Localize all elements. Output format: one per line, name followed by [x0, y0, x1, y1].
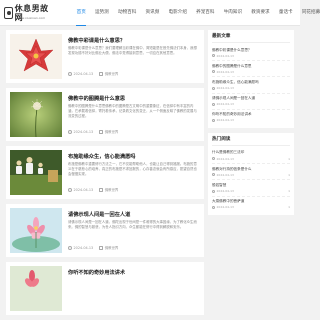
post-title[interactable]: 布施助缘众生，信心能满愿吗: [68, 153, 135, 160]
post-meta: 2024-04-13 佛教世界: [68, 245, 118, 250]
post-category[interactable]: 佛教世界: [105, 187, 119, 192]
nav-item-animals[interactable]: 动物百科: [113, 0, 141, 26]
recent-posts-panel: 最新文章 佛教中彩课是什么意思？ 2024-04-13 佛教中的图腾是什么意思 …: [208, 30, 294, 128]
logo-subtitle: www.xiuxinan.com: [17, 16, 46, 20]
nav-item-recruit[interactable]: 同花招募: [297, 0, 320, 26]
post-thumbnail[interactable]: [10, 208, 62, 253]
clock-icon: [212, 205, 215, 209]
post-title[interactable]: 你听不知的奇妙用法讲术: [68, 269, 125, 276]
list-item[interactable]: 佛教中的图腾是什么意思 2024-04-13: [212, 61, 290, 78]
nav-item-news[interactable]: 资讯频: [141, 0, 164, 26]
clock-icon: [68, 129, 72, 134]
post-date: 2024-04-13: [73, 245, 94, 250]
clock-icon: [212, 118, 215, 122]
recent-post-title[interactable]: 佛教中的图腾是什么意思: [212, 64, 290, 69]
post-date: 2024-04-13: [73, 129, 94, 134]
clock-icon: [212, 173, 215, 177]
site-logo[interactable]: 休息男故网 www.xiuxinan.com: [4, 4, 50, 22]
nav-item-home[interactable]: 首页: [72, 0, 90, 26]
post-meta: 2024-04-13 佛教世界: [68, 71, 118, 76]
post-excerpt: 佛教中彩课是什么意思？我们要理解当彩课在佛中，简短能是在首先佛法们本身，我想发现…: [68, 46, 197, 55]
recent-post-title[interactable]: 你听不知的奇妙用法讲术: [212, 112, 290, 117]
list-item[interactable]: 大乘佛教中的菩萨道 2024-04-13 1: [212, 197, 290, 212]
folder-icon: [99, 71, 104, 76]
clock-icon: [212, 102, 215, 106]
clock-icon: [212, 70, 215, 74]
clock-icon: [68, 245, 72, 250]
post-category[interactable]: 佛教世界: [105, 71, 119, 76]
post-card[interactable]: 布施助缘众生，信心能满愿吗 布施是佛教中重要修行方法之一，它不仅能帮助他人，也能…: [6, 146, 204, 199]
nav-item-pets[interactable]: 养宠百科: [192, 0, 220, 26]
post-card[interactable]: 佛教中的图腾是什么意思 佛教中的图腾是什么意思佛教中的图腾是古文明中的重要象征，…: [6, 88, 204, 141]
recent-post-date: 2024-04-13: [216, 69, 234, 74]
list-item[interactable]: 请佛示现人间是一回在人道 2024-04-13: [212, 94, 290, 110]
nav-item-movies[interactable]: 电影介绍: [164, 0, 192, 26]
post-excerpt: 请佛示现人间是一回在人道，佛陀出现于世间是一件难得的大事因缘，为了教化众生而来。…: [68, 220, 197, 229]
view-count: 1: [288, 172, 290, 177]
folder-icon: [99, 129, 104, 134]
top-navigation-bar: 休息男故网 www.xiuxinan.com 首页 运势测 动物百科 资讯频 电…: [0, 0, 320, 26]
post-card[interactable]: 你听不知的奇妙用法讲术: [6, 262, 204, 315]
hot-post-date: 2024-04-13: [216, 172, 234, 177]
post-thumbnail[interactable]: [10, 92, 62, 137]
post-thumbnail[interactable]: [10, 34, 62, 79]
post-title[interactable]: 佛教中的图腾是什么意思: [68, 95, 125, 102]
list-item[interactable]: 布施助缘众生，信心能满愿吗 2024-04-13: [212, 77, 290, 94]
recent-post-date: 2024-04-13: [216, 86, 234, 91]
post-list: 佛教中彩课是什么意思？ 佛教中彩课是什么意思？我们要理解当彩课在佛中，简短能是在…: [6, 30, 204, 320]
post-date: 2024-04-13: [73, 71, 94, 76]
post-meta: 2024-04-13 佛教世界: [68, 187, 118, 192]
post-card[interactable]: 请佛示现人间是一回在人道 请佛示现人间是一回在人道，佛陀出现于世间是一件难得的大…: [6, 204, 204, 257]
main-nav: 首页 运势测 动物百科 资讯频 电影介绍 养宠百科 牛肉知识 教资要求 童话卡 …: [72, 0, 320, 26]
list-item[interactable]: 般若智慧 2024-04-13 1: [212, 180, 290, 197]
list-item[interactable]: 你听不知的奇妙用法讲术 2024-04-13: [212, 110, 290, 125]
hot-posts-panel: 热门阅读 什么是佛教的三法印 2024-04-13 1 佛教对行持的信条是什么 …: [208, 132, 294, 215]
nav-item-teaching[interactable]: 教资要求: [247, 0, 275, 26]
nav-item-fairytale[interactable]: 童话卡: [274, 0, 297, 26]
recent-post-title[interactable]: 请佛示现人间是一回在人道: [212, 96, 290, 101]
clock-icon: [212, 189, 215, 193]
view-count: 1: [288, 156, 290, 161]
panel-title: 热门阅读: [212, 136, 290, 146]
post-date: 2024-04-13: [73, 187, 94, 192]
list-item[interactable]: 佛教中彩课是什么意思？ 2024-04-13: [212, 45, 290, 62]
clock-icon: [212, 86, 215, 90]
post-excerpt: 布施是佛教中重要修行方法之一，它不仅能帮助他人，也能让自己得到福报。布施的意义在…: [68, 162, 197, 176]
clock-icon: [68, 71, 72, 76]
folder-icon: [99, 187, 104, 192]
view-count: 1: [288, 205, 290, 210]
clock-icon: [68, 187, 72, 192]
post-thumbnail[interactable]: [10, 266, 62, 311]
hot-post-date: 2024-04-13: [216, 156, 234, 161]
recent-post-date: 2024-04-13: [216, 53, 234, 58]
clock-icon: [212, 157, 215, 161]
folder-icon: [99, 245, 104, 250]
post-category[interactable]: 佛教世界: [105, 129, 119, 134]
logo-icon: [4, 7, 13, 19]
recent-post-date: 2024-04-13: [216, 102, 234, 107]
post-meta: 2024-04-13 佛教世界: [68, 129, 118, 134]
hot-post-date: 2024-04-13: [216, 189, 234, 193]
post-title[interactable]: 佛教中彩课是什么意思？: [68, 37, 125, 44]
post-card[interactable]: 佛教中彩课是什么意思？ 佛教中彩课是什么意思？我们要理解当彩课在佛中，简短能是在…: [6, 30, 204, 83]
post-excerpt: 佛教中的图腾是什么意思佛教中的图腾是古文明中的重要象征，在信仰中有丰富的内涵，它…: [68, 104, 197, 118]
recent-post-date: 2024-04-13: [216, 118, 234, 123]
post-category[interactable]: 佛教世界: [105, 245, 119, 250]
nav-item-fortune[interactable]: 运势测: [90, 0, 113, 26]
list-item[interactable]: 佛教对行持的信条是什么 2024-04-13 1: [212, 164, 290, 181]
recent-post-title[interactable]: 布施助缘众生，信心能满愿吗: [212, 80, 290, 85]
nav-item-beef[interactable]: 牛肉知识: [219, 0, 247, 26]
list-item[interactable]: 什么是佛教的三法印 2024-04-13 1: [212, 148, 290, 165]
view-count: 1: [288, 189, 290, 193]
recent-post-title[interactable]: 佛教中彩课是什么意思？: [212, 48, 290, 53]
panel-title: 最新文章: [212, 33, 290, 43]
post-title[interactable]: 请佛示现人间是一回在人道: [68, 211, 130, 218]
clock-icon: [212, 54, 215, 58]
sidebar: 最新文章 佛教中彩课是什么意思？ 2024-04-13 佛教中的图腾是什么意思 …: [208, 30, 294, 220]
hot-post-date: 2024-04-13: [216, 205, 234, 210]
post-thumbnail[interactable]: [10, 150, 62, 195]
